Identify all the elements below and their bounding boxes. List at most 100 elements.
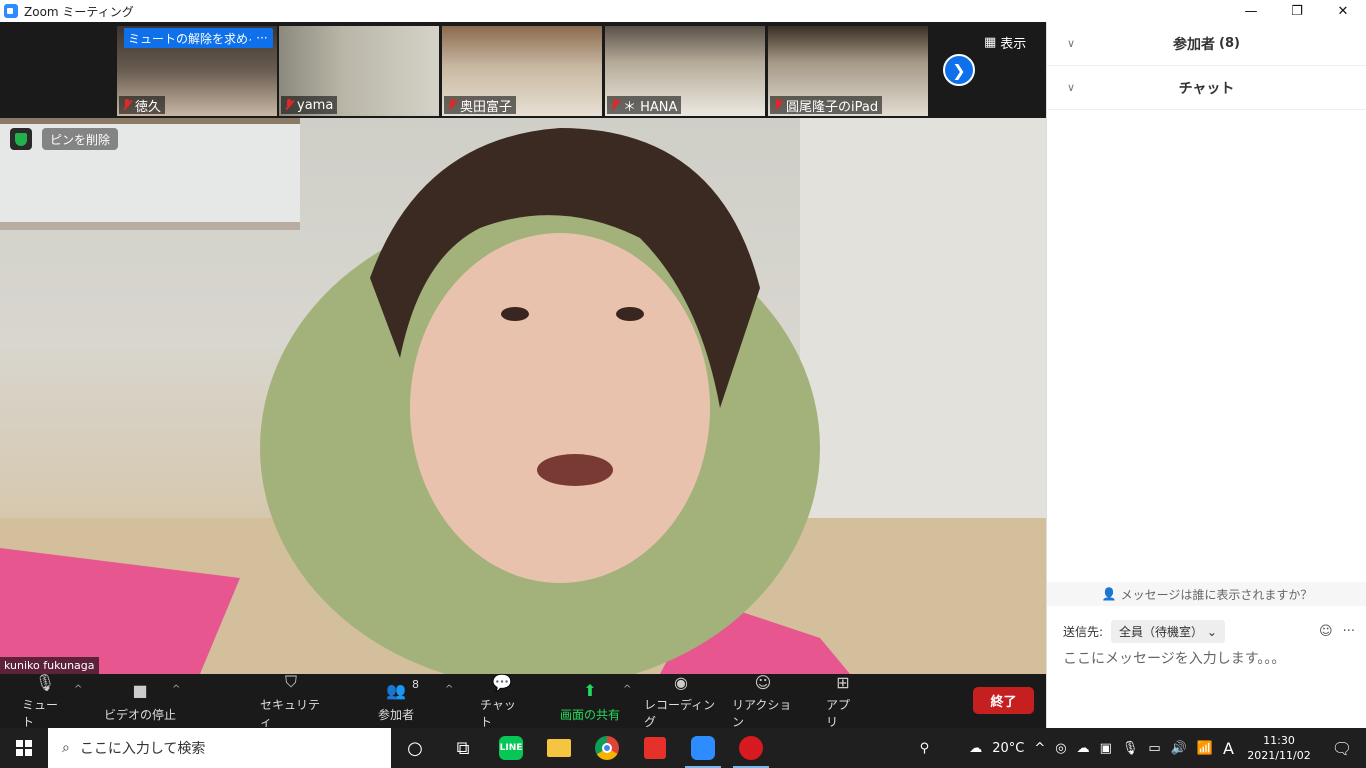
file-explorer-icon[interactable] <box>535 728 583 768</box>
battery-icon[interactable]: ▭ <box>1148 741 1160 756</box>
participant-thumbnail[interactable]: yama <box>279 26 439 116</box>
apps-icon: ⊞ <box>836 672 850 692</box>
line-app-icon[interactable]: LINE <box>487 728 535 768</box>
next-page-button[interactable]: ❯ <box>943 54 975 86</box>
emoji-icon[interactable]: ☺ <box>1319 624 1333 639</box>
reactions-button[interactable]: ☺ リアクション <box>732 672 794 729</box>
recipient-dropdown[interactable]: 全員（待機室） ⌄ <box>1111 620 1225 643</box>
mic-muted-icon <box>284 99 294 111</box>
system-tray: ⚲ ☁ 20°C ^ ◎ ☁ ▣ 🎙 ▭ 🔊 📶 A 11:30 2021/11… <box>920 728 1366 768</box>
meeting-control-bar: 🎙 ミュート ^ ■ ビデオの停止 ^ ⛉ セキュリティ 👥 参加者 8 ^ 💬… <box>0 672 1046 729</box>
message-visibility-info[interactable]: 👤 メッセージは誰に表示されますか？ <box>1047 582 1366 606</box>
zoom-taskbar-icon[interactable] <box>679 728 727 768</box>
participant-name: 圓尾隆子のiPad <box>786 99 879 115</box>
side-panel: ∨ 参加者 (8) ∨ チャット 👤 メッセージは誰に表示されますか？ 送信先:… <box>1046 22 1366 728</box>
participant-thumbnail[interactable]: ＊ HANA <box>605 26 765 116</box>
mic-muted-icon <box>447 99 457 111</box>
view-button[interactable]: ▦ 表示 <box>984 32 1026 52</box>
start-button[interactable] <box>0 728 48 768</box>
participant-name: 奥田富子 <box>460 99 513 115</box>
smiley-plus-icon: ☺ <box>754 672 772 692</box>
participant-name: yama <box>297 97 334 113</box>
meeting-area: 徳久 yama 奥田富子 ＊ HANA 圓尾隆子のiPad ミュートの解除を求め… <box>0 22 1046 729</box>
clock[interactable]: 11:30 2021/11/02 <box>1244 733 1314 763</box>
speaker-video-frame <box>0 118 1046 674</box>
person-info-icon: 👤 <box>1101 587 1117 601</box>
gift-app-icon[interactable] <box>631 728 679 768</box>
volume-icon[interactable]: 🔊 <box>1171 741 1187 756</box>
apps-button[interactable]: ⊞ アプリ <box>826 672 860 729</box>
chat-message-input[interactable]: ここにメッセージを入力します。。。 <box>1063 648 1355 668</box>
grid-icon: ▦ <box>984 34 997 50</box>
chevron-up-icon[interactable]: ^ <box>1034 741 1045 756</box>
chevron-right-icon: ❯ <box>952 60 966 80</box>
send-to-row: 送信先: 全員（待機室） ⌄ ☺ ··· <box>1063 620 1355 643</box>
clock-date: 2021/11/02 <box>1247 749 1311 762</box>
windows-logo-icon <box>16 740 32 756</box>
onedrive-icon[interactable]: ☁ <box>1077 741 1090 756</box>
more-options-button[interactable]: ··· <box>251 28 273 48</box>
chevron-down-icon: ∨ <box>1067 37 1076 50</box>
maximize-button[interactable]: ❐ <box>1274 0 1320 22</box>
end-meeting-button[interactable]: 終了 <box>973 687 1034 714</box>
wifi-icon[interactable]: 📶 <box>1197 741 1213 756</box>
view-label: 表示 <box>1000 36 1027 52</box>
participants-section-header[interactable]: ∨ 参加者 (8) <box>1047 22 1366 66</box>
video-options-caret[interactable]: ^ <box>172 684 180 695</box>
recording-button[interactable]: ◉ レコーディング <box>644 672 718 729</box>
cortana-icon[interactable]: ○ <box>391 728 439 768</box>
security-button[interactable]: ⛉ セキュリティ <box>260 672 322 729</box>
window-title: Zoom ミーティング <box>24 4 134 19</box>
encryption-shield-icon[interactable] <box>10 128 32 150</box>
more-options-icon[interactable]: ··· <box>1343 624 1355 639</box>
display-icon[interactable]: ▣ <box>1100 741 1112 756</box>
chrome-icon[interactable] <box>583 728 631 768</box>
participants-icon: 👥 <box>386 681 406 700</box>
microphone-icon: 🎙 <box>34 672 56 692</box>
chat-messages-area <box>1047 110 1366 580</box>
participant-thumbnail[interactable]: 奥田富子 <box>442 26 602 116</box>
chevron-down-icon: ⌄ <box>1206 625 1217 639</box>
mic-muted-icon <box>122 99 132 111</box>
zoom-app-icon <box>4 4 18 18</box>
ime-indicator[interactable]: A <box>1223 739 1234 758</box>
trend-micro-icon[interactable] <box>727 728 775 768</box>
mic-muted-icon <box>610 99 620 111</box>
ask-to-unmute-button[interactable]: ミュートの解除を求める <box>124 28 265 48</box>
close-button[interactable]: ✕ <box>1320 0 1366 22</box>
microphone-tray-icon[interactable]: 🎙 <box>1122 741 1139 756</box>
thumbnail-strip: 徳久 yama 奥田富子 ＊ HANA 圓尾隆子のiPad ミュートの解除を求め… <box>0 22 1046 118</box>
stop-video-button[interactable]: ■ ビデオの停止 <box>102 674 178 728</box>
participant-name: 徳久 <box>135 99 162 115</box>
participant-name: ＊ HANA <box>623 99 678 115</box>
share-options-caret[interactable]: ^ <box>623 684 631 695</box>
mute-button[interactable]: 🎙 ミュート <box>22 672 68 729</box>
video-camera-icon: ■ <box>132 681 148 700</box>
title-bar: Zoom ミーティング — ❐ ✕ <box>0 0 1366 22</box>
shield-icon: ⛉ <box>284 672 297 691</box>
chat-button[interactable]: 💬 チャット <box>480 672 524 729</box>
participants-count-badge: 8 <box>412 678 419 691</box>
tray-app-icon[interactable]: ◎ <box>1055 741 1066 756</box>
task-view-icon[interactable]: ⧉ <box>439 728 487 768</box>
minimize-button[interactable]: — <box>1228 0 1274 22</box>
search-icon: ⌕ <box>62 740 70 756</box>
mic-muted-icon <box>773 99 783 111</box>
notification-icon[interactable]: 🗨 <box>1324 739 1360 758</box>
record-icon: ◉ <box>674 672 688 692</box>
people-icon[interactable]: ⚲ <box>920 741 930 756</box>
chat-bubble-icon: 💬 <box>492 672 512 692</box>
participant-thumbnail[interactable]: 圓尾隆子のiPad <box>768 26 928 116</box>
temperature-label[interactable]: 20°C <box>992 741 1024 756</box>
taskbar-search-box[interactable]: ⌕ ここに入力して検索 <box>48 728 391 768</box>
chat-section-header[interactable]: ∨ チャット <box>1047 66 1366 110</box>
participants-options-caret[interactable]: ^ <box>445 684 453 695</box>
clock-time: 11:30 <box>1263 734 1295 747</box>
main-video[interactable]: ピンを削除 kuniko fukunaga <box>0 118 1046 674</box>
weather-cloud-icon[interactable]: ☁ <box>969 741 982 756</box>
speaker-name: kuniko fukunaga <box>0 657 99 674</box>
share-screen-icon: ⬆ <box>583 681 597 700</box>
share-screen-button[interactable]: ⬆ 画面の共有 <box>556 674 624 728</box>
audio-options-caret[interactable]: ^ <box>74 684 82 695</box>
unpin-button[interactable]: ピンを削除 <box>42 128 119 150</box>
